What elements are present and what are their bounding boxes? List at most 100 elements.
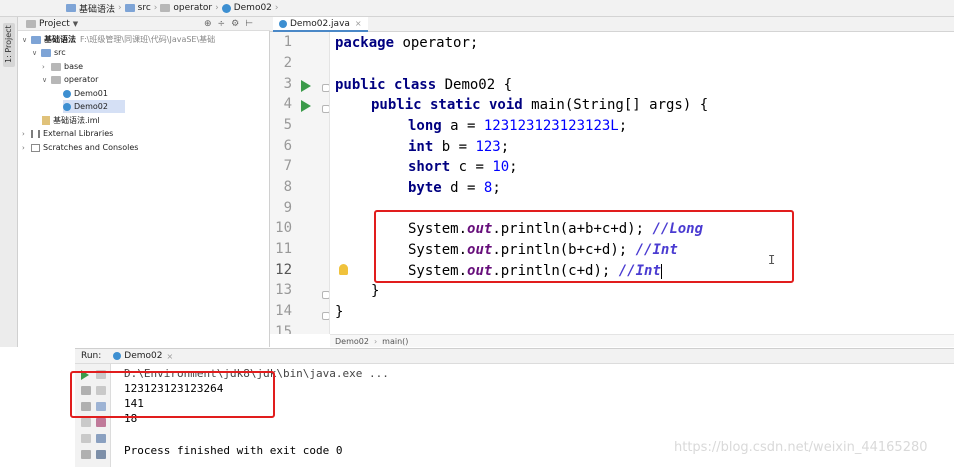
- chevron-down-icon[interactable]: ∨: [32, 49, 41, 57]
- source-folder-icon: [41, 48, 51, 57]
- close-icon[interactable]: ×: [355, 19, 362, 28]
- gear-icon[interactable]: ⚙: [231, 19, 239, 29]
- console-output-line: 141: [124, 397, 144, 410]
- exit-icon[interactable]: [81, 434, 91, 443]
- collapse-icon[interactable]: ÷: [218, 19, 226, 29]
- layout-icon[interactable]: [81, 450, 91, 459]
- library-icon: [31, 129, 40, 138]
- chevron-down-icon[interactable]: ∨: [22, 36, 31, 44]
- class-icon: [63, 102, 71, 111]
- code-editor[interactable]: package operator; public class Demo02 { …: [330, 32, 954, 334]
- code-line-13: }: [371, 283, 380, 299]
- hide-panel-icon[interactable]: ⊢: [245, 19, 253, 29]
- print-icon[interactable]: [96, 418, 106, 427]
- left-tool-strip: 1: Project: [0, 17, 18, 347]
- breadcrumb-src[interactable]: src ›: [124, 3, 161, 13]
- project-tool-tab[interactable]: 1: Project: [3, 23, 15, 67]
- tab-demo02-java[interactable]: Demo02.java ×: [273, 17, 368, 32]
- tree-item-demo02[interactable]: Demo02: [63, 100, 125, 113]
- breadcrumb-method[interactable]: main(): [382, 337, 408, 346]
- class-icon: [279, 19, 287, 28]
- run-class-icon[interactable]: [301, 80, 311, 92]
- code-line-10: System.out.println(a+b+c+d); //Long: [408, 221, 704, 237]
- package-icon: [51, 75, 61, 84]
- line-number: 10: [275, 220, 292, 236]
- run-main-icon[interactable]: [301, 100, 311, 112]
- line-number: 2: [283, 55, 292, 71]
- rerun-icon[interactable]: [81, 370, 89, 380]
- class-icon: [113, 352, 122, 360]
- code-line-14: }: [335, 304, 344, 320]
- class-icon: [221, 3, 231, 13]
- scroll-down-icon[interactable]: [96, 386, 106, 395]
- run-toolbar: [75, 364, 111, 467]
- code-line-7: short c = 10;: [408, 159, 518, 175]
- locate-icon[interactable]: ⊕: [204, 19, 212, 29]
- tree-item-scratches[interactable]: › Scratches and Consoles: [22, 141, 138, 154]
- fold-icon[interactable]: [322, 291, 329, 299]
- project-tree: ∨ 基础语法 F:\班级管理\同课班\代码\JavaSE\基础 ∨ src › …: [18, 31, 270, 347]
- dump-threads-icon[interactable]: [81, 418, 91, 427]
- code-line-6: int b = 123;: [408, 139, 510, 155]
- chevron-right-icon[interactable]: ›: [22, 130, 31, 138]
- line-number: 9: [283, 200, 292, 216]
- breadcrumb-project[interactable]: 基础语法 ›: [66, 2, 125, 15]
- tree-item-external-libraries[interactable]: › External Libraries: [22, 127, 113, 140]
- breadcrumb-class[interactable]: Demo02: [335, 337, 369, 346]
- line-number: 6: [283, 138, 292, 154]
- tree-item-demo01[interactable]: Demo01: [63, 87, 108, 100]
- pause-icon[interactable]: [81, 402, 91, 411]
- line-number: 7: [283, 158, 292, 174]
- line-number: 5: [283, 117, 292, 133]
- tree-item-base[interactable]: › base: [42, 60, 83, 73]
- code-line-8: byte d = 8;: [408, 180, 501, 196]
- code-line-1: package operator;: [335, 35, 479, 51]
- watermark: https://blog.csdn.net/weixin_44165280: [674, 440, 928, 455]
- tree-item-src[interactable]: ∨ src: [32, 46, 66, 59]
- iml-file-icon: [42, 116, 50, 125]
- tree-item-iml[interactable]: 基础语法.iml: [42, 114, 100, 127]
- editor-gutter: 1 2 3 4 5 6 7 8 9 10 11 12 13 14 15: [270, 32, 330, 334]
- fold-icon[interactable]: [322, 84, 329, 92]
- project-folder-icon: [66, 4, 76, 12]
- class-icon: [63, 89, 71, 98]
- line-number: 3: [283, 76, 292, 92]
- project-panel-tools: ⊕ ÷ ⚙ ⊢: [204, 17, 253, 31]
- line-number-current: 12: [275, 262, 292, 278]
- line-number: 8: [283, 179, 292, 195]
- breadcrumb-demo02[interactable]: Demo02 ›: [221, 3, 282, 13]
- soft-wrap-icon[interactable]: [96, 402, 106, 411]
- line-number: 13: [275, 282, 292, 298]
- code-line-5: long a = 123123123123123L;: [408, 118, 628, 134]
- tree-item-operator[interactable]: ∨ operator: [42, 73, 98, 86]
- run-label: Run:: [81, 351, 102, 361]
- navigation-bar: 基础语法 › src › operator › Demo02 ›: [0, 0, 954, 17]
- line-number: 14: [275, 303, 292, 319]
- project-view-selector[interactable]: Project: [39, 19, 70, 29]
- close-icon[interactable]: ×: [167, 352, 174, 361]
- chevron-right-icon[interactable]: ›: [42, 63, 51, 71]
- run-tab-demo02[interactable]: Demo02 ×: [113, 351, 173, 361]
- chevron-down-icon[interactable]: ▼: [73, 20, 78, 28]
- pin-icon[interactable]: [96, 434, 106, 443]
- code-line-3: public class Demo02 {: [335, 77, 513, 93]
- tree-item-root[interactable]: ∨ 基础语法 F:\班级管理\同课班\代码\JavaSE\基础: [22, 33, 215, 46]
- package-icon: [160, 4, 171, 12]
- chevron-right-icon[interactable]: ›: [22, 144, 31, 152]
- run-panel-header: Run: Demo02 ×: [75, 348, 954, 364]
- package-icon: [51, 62, 61, 71]
- fold-icon[interactable]: [322, 312, 329, 320]
- editor-tab-bar: Demo02.java ×: [270, 17, 954, 32]
- scratch-icon: [31, 143, 40, 152]
- console-output-line: 18: [124, 412, 138, 425]
- scroll-up-icon[interactable]: [96, 370, 106, 379]
- line-number: 1: [283, 34, 292, 50]
- line-number: 11: [275, 241, 292, 257]
- breadcrumb-operator[interactable]: operator ›: [160, 3, 221, 13]
- text-cursor: [660, 263, 662, 279]
- fold-icon[interactable]: [322, 105, 329, 113]
- trash-icon[interactable]: [96, 450, 106, 459]
- stop-icon[interactable]: [81, 386, 91, 395]
- chevron-down-icon[interactable]: ∨: [42, 76, 51, 84]
- code-line-11: System.out.println(b+c+d); //Int: [408, 242, 678, 258]
